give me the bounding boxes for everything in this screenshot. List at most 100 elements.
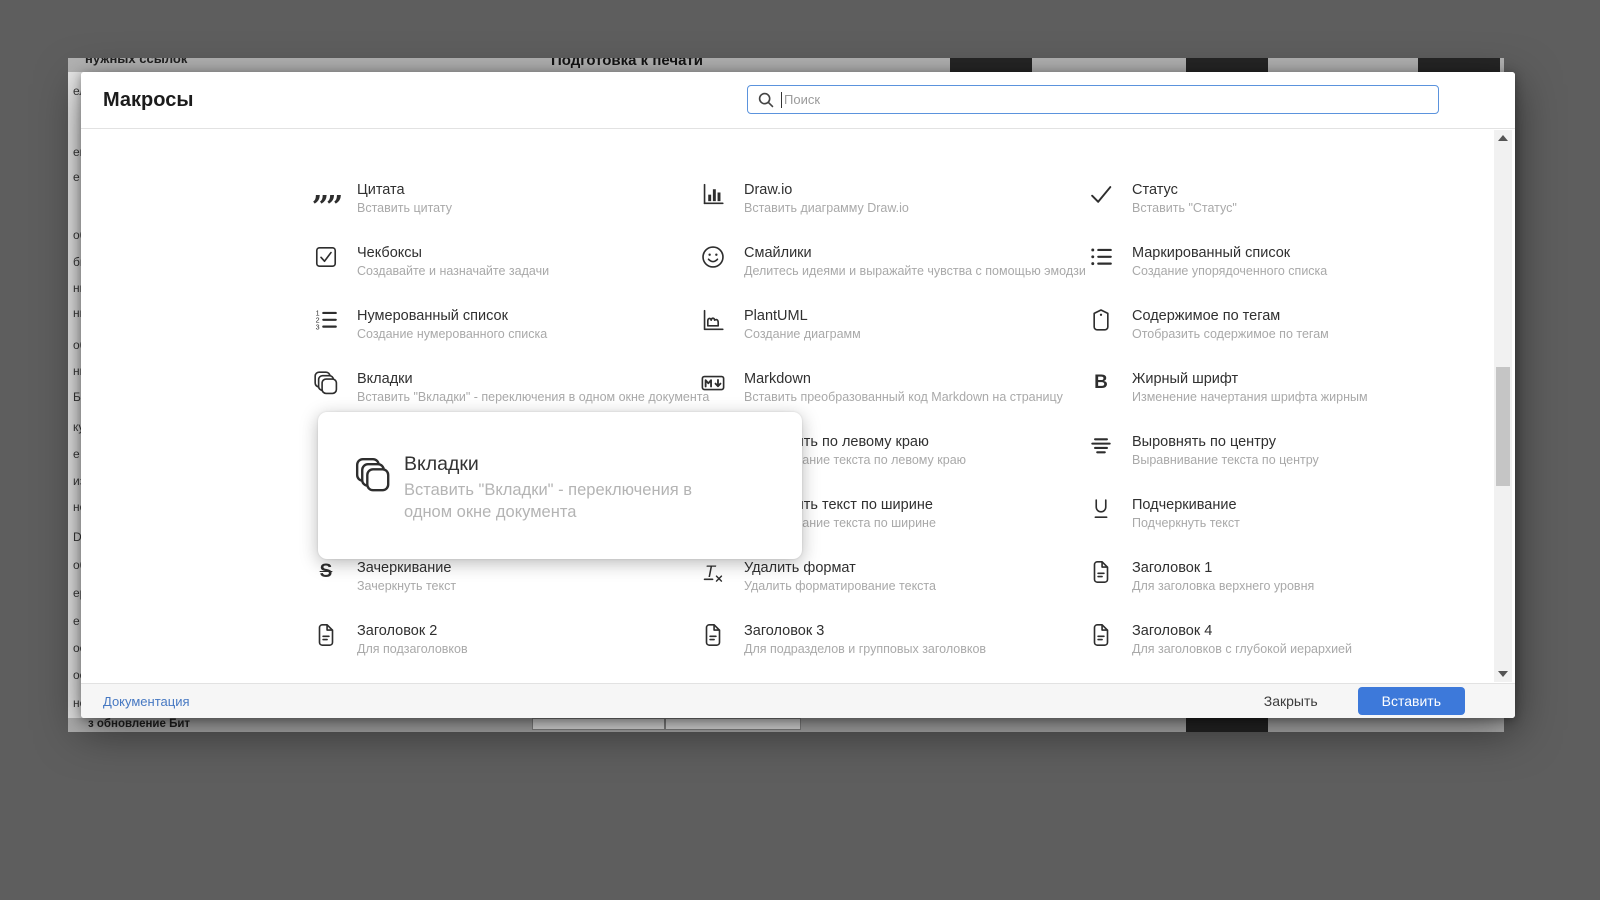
tooltip-description: Вставить "Вкладки" - переключения в одно… <box>404 481 693 521</box>
remove-format-icon: T <box>700 559 726 585</box>
macro-item[interactable]: S Зачеркивание Зачеркнуть текст <box>313 559 683 594</box>
macro-title: Заголовок 1 <box>1132 560 1213 576</box>
bold-icon: B <box>1094 372 1108 393</box>
macro-grid: ”” Цитата Вставить цитату Чекбоксы Создавайт… <box>81 128 1515 684</box>
macro-description: Делитесь идеями и выражайте чувства с по… <box>744 264 1086 278</box>
macro-item[interactable]: 1 2 3 Нумерованный список Создание нумерован… <box>313 307 683 342</box>
macro-item[interactable]: B Жирный шрифт Изменение начертания шрифта… <box>1088 370 1458 405</box>
macro-item[interactable]: Вкладки Вставить "Вкладки" - переключения… <box>313 370 710 405</box>
macro-item[interactable]: Заголовок 2 Для подзаголовков <box>313 622 683 657</box>
checkbox-icon <box>313 244 339 270</box>
macro-description: Создавайте и назначайте задачи <box>357 264 550 278</box>
macro-item[interactable]: Markdown Вставить преобразованный код Mar… <box>700 370 1070 405</box>
screen: нужных ссылок Подготовка к печати елиеще… <box>0 0 1600 900</box>
macro-title: Смайлики <box>744 245 812 261</box>
macro-description: Вставить "Вкладки" - переключения в одно… <box>357 390 710 404</box>
macro-item[interactable]: PlantUML Создание диаграмм <box>700 307 1070 342</box>
markdown-icon <box>700 370 726 396</box>
dialog-footer: Документация Закрыть Вставить <box>81 683 1515 718</box>
macro-description: Вставить преобразованный код Markdown на… <box>744 390 1063 404</box>
quote-icon: ”” <box>311 190 344 225</box>
macro-description: Вставить диаграмму Draw.io <box>744 201 909 215</box>
drawio-chart-icon <box>700 181 726 207</box>
tooltip-text: Вкладки Вставить "Вкладки" - переключени… <box>404 452 744 523</box>
macro-description: Для подразделов и групповых заголовков <box>744 642 987 656</box>
macro-description: Зачеркнуть текст <box>357 579 457 593</box>
scroll-down-arrow-icon[interactable] <box>1498 671 1508 677</box>
macro-title: Заголовок 3 <box>744 623 825 639</box>
background-text-fragment: нужных ссылок <box>85 58 188 66</box>
scrollbar[interactable] <box>1494 130 1512 682</box>
search-box[interactable] <box>747 85 1439 114</box>
background-text-fragment: з обновление Бит <box>88 718 191 730</box>
macro-title: Жирный шрифт <box>1132 371 1239 387</box>
macro-title: Markdown <box>744 371 811 387</box>
align-center-icon <box>1088 433 1114 459</box>
macro-title: Маркированный список <box>1132 245 1291 261</box>
macro-tooltip: Вкладки Вставить "Вкладки" - переключени… <box>318 412 802 559</box>
scroll-up-arrow-icon[interactable] <box>1498 135 1508 141</box>
macro-item[interactable]: Маркированный список Создание упорядоченн… <box>1088 244 1458 279</box>
background-dark-block <box>1186 58 1268 72</box>
macro-item[interactable]: Подчеркивание Подчеркнуть текст <box>1088 496 1458 531</box>
macro-description: Вставить "Статус" <box>1132 201 1237 215</box>
macro-item[interactable]: ”” Цитата Вставить цитату <box>312 181 683 223</box>
insert-button[interactable]: Вставить <box>1357 687 1465 715</box>
dialog-title: Макросы <box>103 89 194 111</box>
documentation-link[interactable]: Документация <box>103 694 190 709</box>
macros-dialog: Макросы ”” Цитата Вставить цитату Чекбоксы С… <box>81 72 1515 718</box>
macro-title: Выровнять по центру <box>1132 434 1276 450</box>
search-input[interactable] <box>748 86 1438 113</box>
macro-title: Заголовок 4 <box>1132 623 1213 639</box>
macro-description: Создание нумерованного списка <box>357 327 548 341</box>
macro-title: Статус <box>1132 182 1178 198</box>
underlying-bottom-strip: з обновление Бит <box>68 718 1504 732</box>
macro-item[interactable]: Смайлики Делитесь идеями и выражайте чувс… <box>700 244 1086 279</box>
scrollbar-thumb[interactable] <box>1496 367 1510 486</box>
macro-title: PlantUML <box>744 308 808 324</box>
tabs-icon <box>313 370 339 396</box>
macro-item[interactable]: Содержимое по тегам Отобразить содержимое… <box>1088 307 1458 342</box>
macro-title: Вкладки <box>357 371 413 387</box>
background-dark-block <box>950 58 1032 72</box>
svg-text:T: T <box>705 562 717 581</box>
document-icon <box>1088 622 1114 648</box>
strikethrough-icon: S <box>319 561 333 582</box>
macro-description: Подчеркнуть текст <box>1132 516 1240 530</box>
macro-title: Цитата <box>357 182 405 198</box>
tag-icon <box>1088 307 1114 333</box>
macro-item[interactable]: Выровнять по центру Выравнивание текста п… <box>1088 433 1458 468</box>
numbered-list-icon: 123 <box>313 307 339 333</box>
background-table-fragment <box>665 718 801 730</box>
macro-item[interactable]: Заголовок 3 Для подразделов и групповых з… <box>700 622 1070 657</box>
background-dark-block <box>1186 718 1268 732</box>
macro-title: Чекбоксы <box>357 245 422 261</box>
background-text-fragment: Подготовка к печати <box>551 58 703 69</box>
macro-title: Удалить формат <box>744 560 856 576</box>
macro-item[interactable]: Draw.io Вставить диаграмму Draw.io <box>700 181 1070 216</box>
macro-item[interactable]: Статус Вставить "Статус" <box>1088 181 1458 216</box>
dialog-header: Макросы <box>81 72 1515 129</box>
macro-description: Создание упорядоченного списка <box>1132 264 1328 278</box>
macro-description: Для заголовков с глубокой иерархией <box>1132 642 1352 656</box>
macro-description: Вставить цитату <box>357 201 452 215</box>
document-icon <box>1088 559 1114 585</box>
smiley-icon <box>700 244 726 270</box>
background-dark-block <box>1418 58 1500 72</box>
macro-description: Для подзаголовков <box>357 642 468 656</box>
macro-item[interactable]: T Удалить формат Удалить форматирование те… <box>700 559 1070 594</box>
macro-description: Удалить форматирование текста <box>744 579 936 593</box>
close-button[interactable]: Закрыть <box>1258 692 1324 710</box>
svg-text:3: 3 <box>316 323 320 331</box>
tooltip-icon-host <box>354 456 392 494</box>
macro-item[interactable]: Заголовок 4 Для заголовков с глубокой иер… <box>1088 622 1458 657</box>
document-icon <box>313 622 339 648</box>
macro-description: Отобразить содержимое по тегам <box>1132 327 1329 341</box>
macro-title: Зачеркивание <box>357 560 452 576</box>
macro-description: Создание диаграмм <box>744 327 861 341</box>
macro-description: Выравнивание текста по центру <box>1132 453 1319 467</box>
macro-item[interactable]: Чекбоксы Создавайте и назначайте задачи <box>313 244 683 279</box>
macro-item[interactable]: Заголовок 1 Для заголовка верхнего уровня <box>1088 559 1458 594</box>
macro-title: Draw.io <box>744 182 793 198</box>
background-table-fragment <box>532 718 665 730</box>
